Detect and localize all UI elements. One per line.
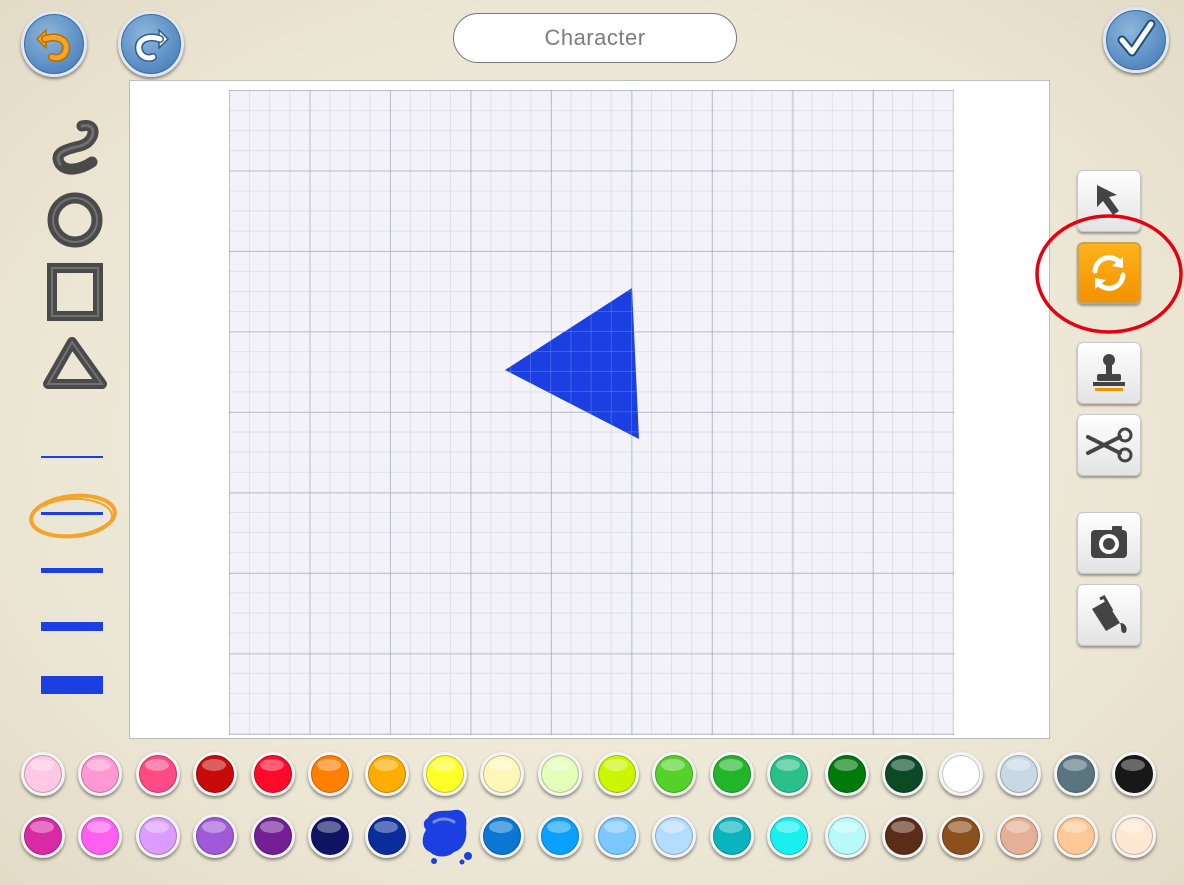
color-swatch[interactable] (21, 752, 65, 796)
rectangle-icon[interactable] (44, 262, 106, 322)
line-width-thin[interactable] (41, 512, 103, 515)
color-swatch[interactable] (652, 752, 697, 796)
undo-arrow-icon (35, 28, 71, 62)
scissors-icon (1086, 427, 1133, 463)
color-swatch[interactable] (308, 814, 352, 858)
color-swatch[interactable] (250, 752, 295, 796)
color-swatch[interactable] (135, 752, 180, 796)
color-swatch[interactable] (308, 752, 352, 796)
color-swatch[interactable] (882, 752, 926, 796)
line-width-medium[interactable] (41, 568, 103, 573)
color-swatch[interactable] (422, 752, 467, 796)
color-swatch[interactable] (939, 752, 984, 796)
color-swatch[interactable] (21, 814, 65, 858)
ellipse-icon[interactable] (44, 190, 106, 250)
stamp-icon (1093, 354, 1125, 391)
color-swatch[interactable] (193, 752, 238, 796)
color-swatch[interactable] (480, 814, 525, 858)
color-swatch[interactable] (939, 814, 984, 858)
camera-tool[interactable] (1077, 512, 1141, 574)
color-swatch[interactable] (78, 814, 123, 858)
checkmark-icon (1117, 19, 1156, 57)
triangle-icon[interactable] (42, 334, 110, 392)
color-swatch[interactable] (135, 814, 180, 858)
selected-highlight-icon (29, 493, 117, 539)
color-swatch[interactable] (537, 814, 582, 858)
color-swatch[interactable] (882, 814, 926, 858)
selection-ring-icon (1035, 214, 1183, 334)
color-swatch[interactable] (824, 814, 869, 858)
color-swatch[interactable] (365, 752, 410, 796)
color-swatch[interactable] (996, 814, 1041, 858)
color-swatch[interactable] (996, 752, 1041, 796)
color-swatch[interactable] (537, 752, 582, 796)
color-swatch[interactable] (193, 814, 238, 858)
color-swatch[interactable] (767, 752, 812, 796)
color-swatch[interactable] (1054, 752, 1099, 796)
color-swatch[interactable] (365, 814, 410, 858)
color-swatch[interactable] (1054, 814, 1099, 858)
line-width-thick[interactable] (41, 622, 103, 631)
color-swatch[interactable] (78, 752, 123, 796)
fill-tool[interactable] (1077, 584, 1141, 646)
done-button[interactable] (1103, 7, 1169, 73)
color-swatch-selected[interactable] (418, 806, 474, 868)
undo-button[interactable] (21, 11, 87, 77)
color-swatch[interactable] (250, 814, 295, 858)
color-swatch[interactable] (652, 814, 697, 858)
color-swatch[interactable] (595, 814, 639, 858)
color-swatch[interactable] (824, 752, 869, 796)
cut-tool[interactable] (1077, 414, 1141, 476)
color-swatch[interactable] (709, 814, 754, 858)
color-swatch[interactable] (595, 752, 639, 796)
line-width-thinnest[interactable] (41, 456, 103, 458)
color-swatch[interactable] (1111, 752, 1156, 796)
freehand-icon[interactable] (44, 118, 106, 176)
color-swatch[interactable] (480, 752, 525, 796)
line-width-thickest[interactable] (41, 676, 103, 694)
redo-arrow-icon (134, 28, 170, 62)
camera-icon (1091, 526, 1127, 558)
color-swatch[interactable] (709, 752, 754, 796)
character-name-field[interactable]: Character (453, 13, 737, 63)
stamp-tool[interactable] (1077, 342, 1141, 404)
paint-bucket-icon (1092, 595, 1127, 633)
color-swatch[interactable] (1111, 814, 1156, 858)
redo-button[interactable] (118, 11, 184, 77)
color-swatch[interactable] (767, 814, 812, 858)
drawing-canvas[interactable] (129, 80, 1050, 739)
triangle-shape[interactable] (130, 81, 1051, 740)
